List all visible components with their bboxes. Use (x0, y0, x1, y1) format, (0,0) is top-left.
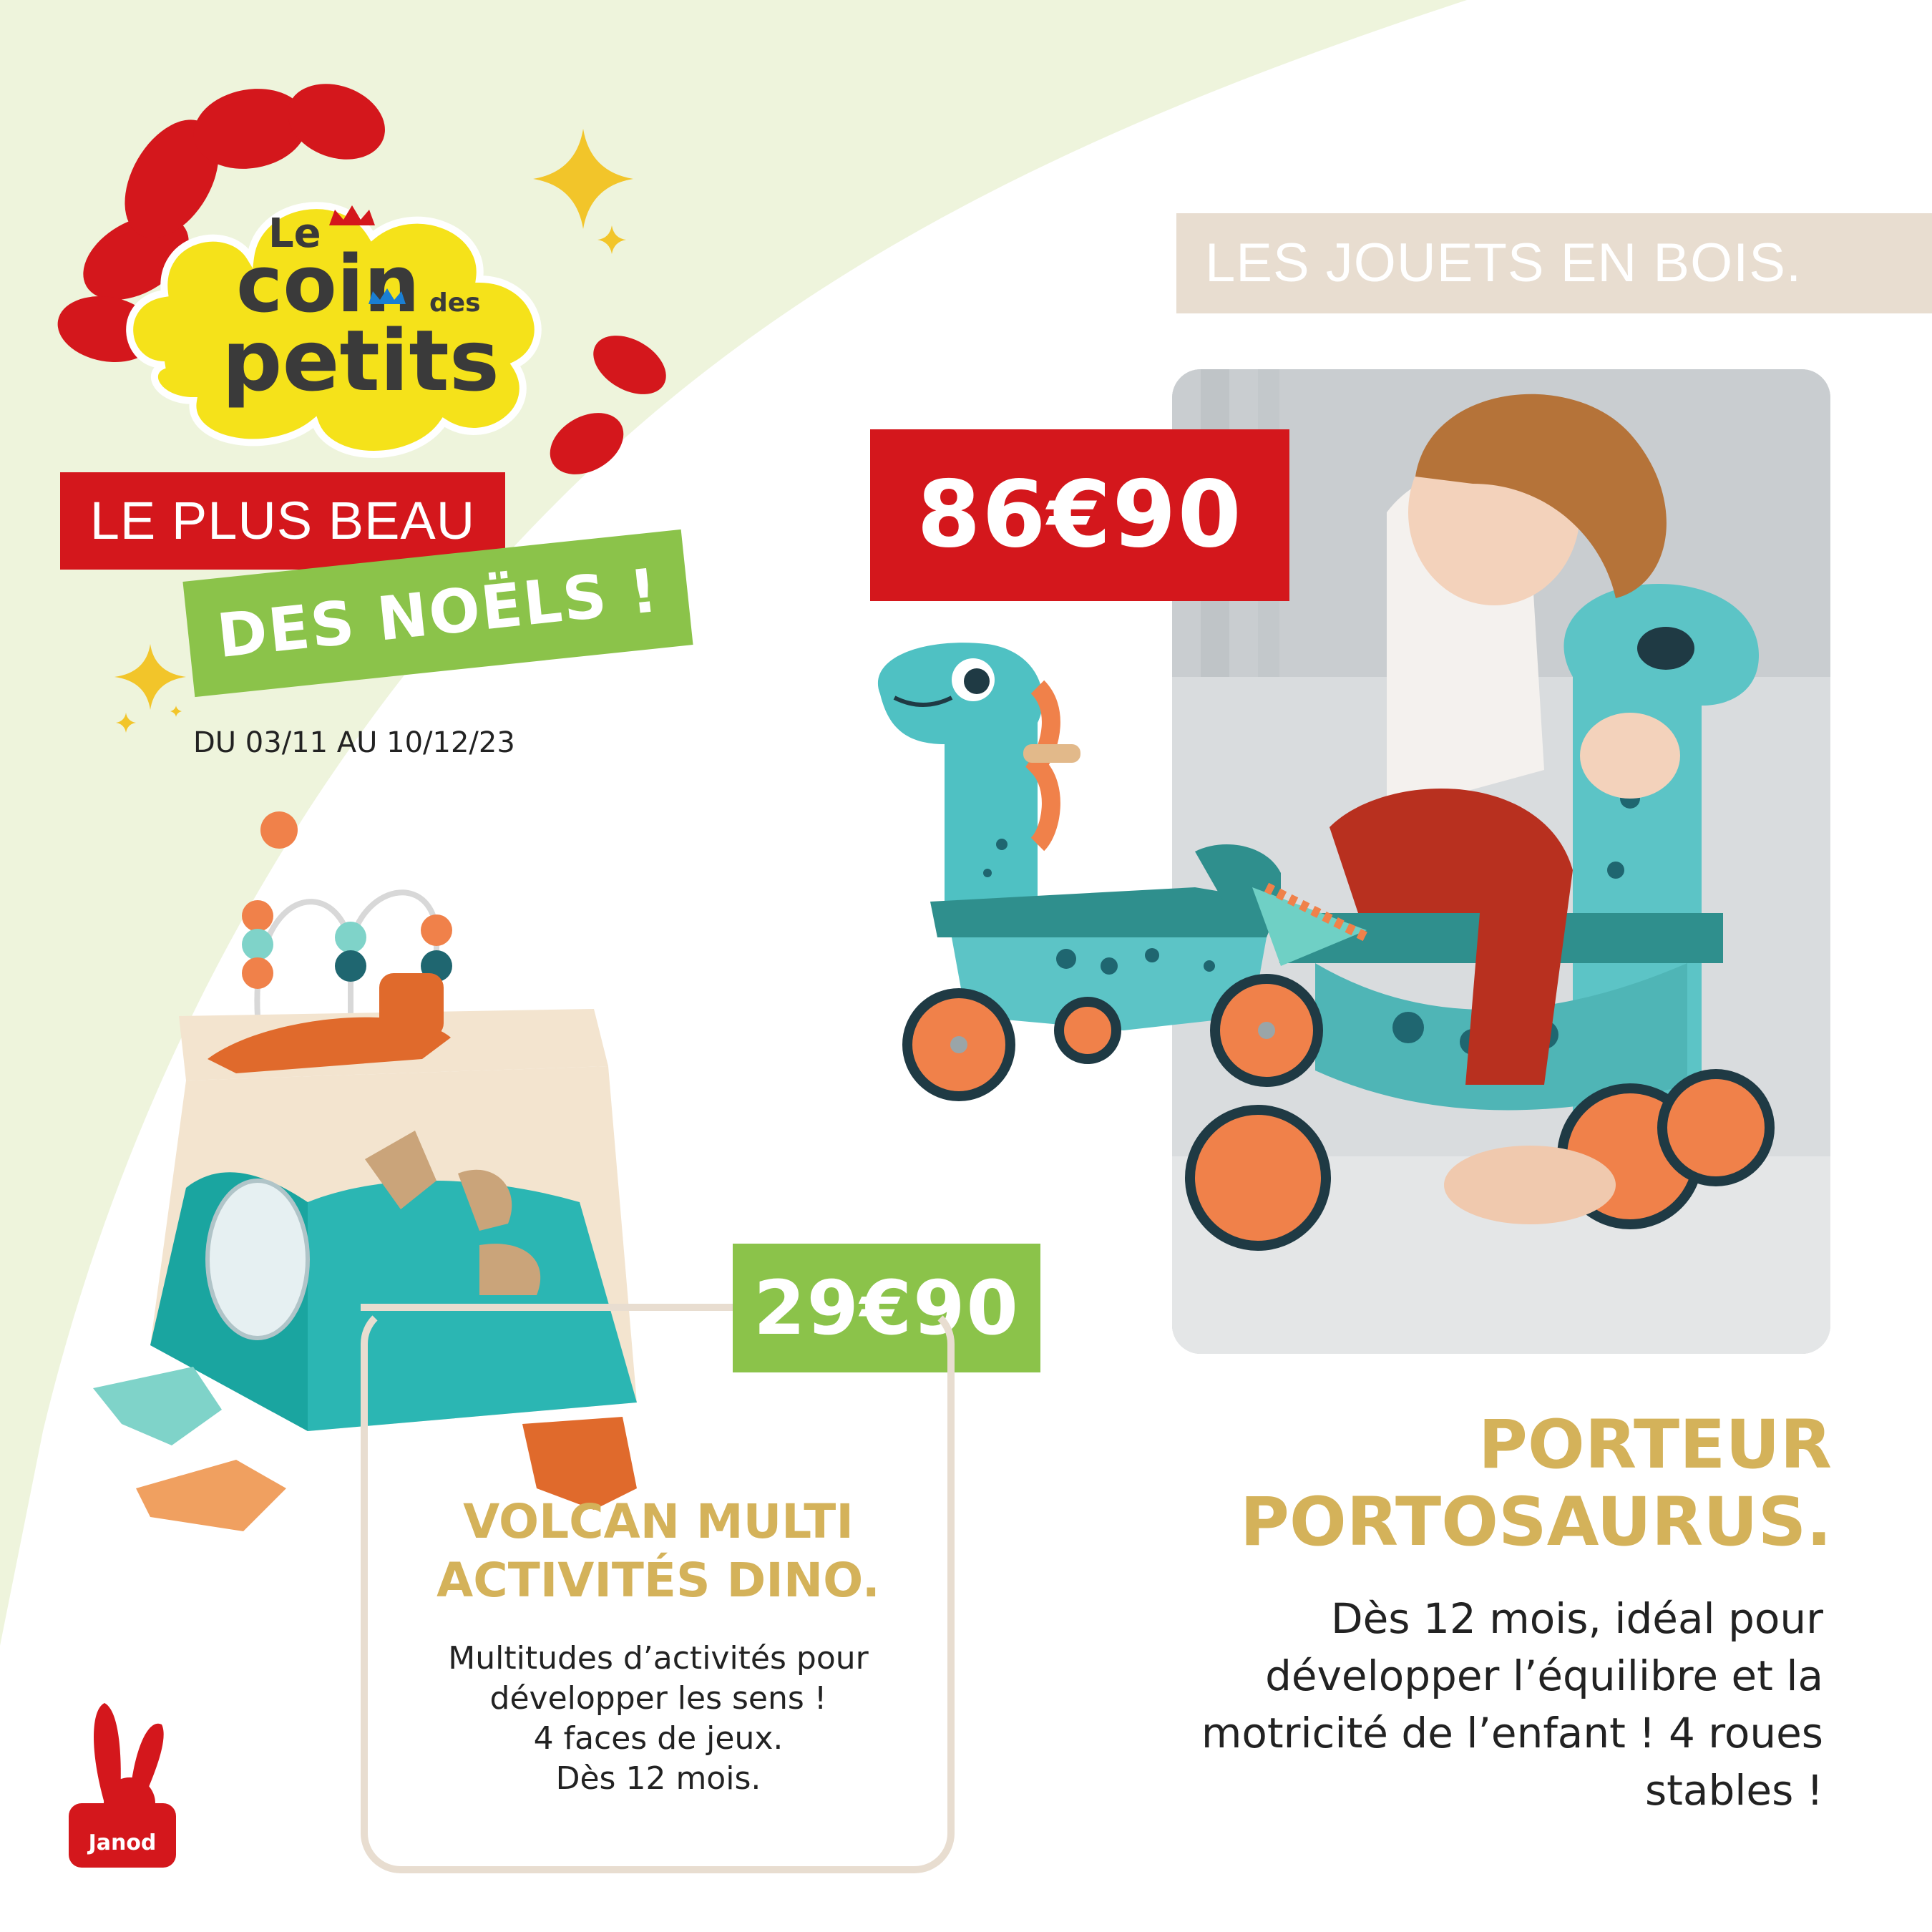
brand-logo: Janod (69, 1703, 176, 1868)
price-tag-portosaurus: 86€90 (870, 429, 1289, 601)
product-title-portosaurus: PORTEUR PORTOSAURUS. (1240, 1406, 1832, 1561)
category-label: LES JOUETS EN BOIS. (1176, 213, 1932, 313)
promo-dates: DU 03/11 AU 10/12/23 (193, 726, 515, 759)
sparkle-icon (114, 644, 186, 733)
sparkle-icon (597, 225, 626, 254)
frame-top-line (361, 1304, 733, 1311)
store-logo: Le coin des petits (57, 84, 666, 474)
logo-word-petits: petits (222, 311, 499, 410)
wooden-dinosaur-ride-on-toy (877, 643, 1370, 1101)
product-description-portosaurus: Dès 12 mois, idéal pour développer l’équ… (1201, 1594, 1823, 1815)
product-title-volcan: VOLCAN MULTI ACTIVITÉS DINO. (436, 1494, 880, 1608)
svg-text:Janod: Janod (87, 1830, 157, 1855)
product-description-volcan: Multitudes d’activités pour développer l… (448, 1640, 869, 1797)
promo-page: Le coin des petits LE PLUS BEAU DES NOËL… (0, 0, 1932, 1932)
sparkle-icon (533, 129, 633, 229)
